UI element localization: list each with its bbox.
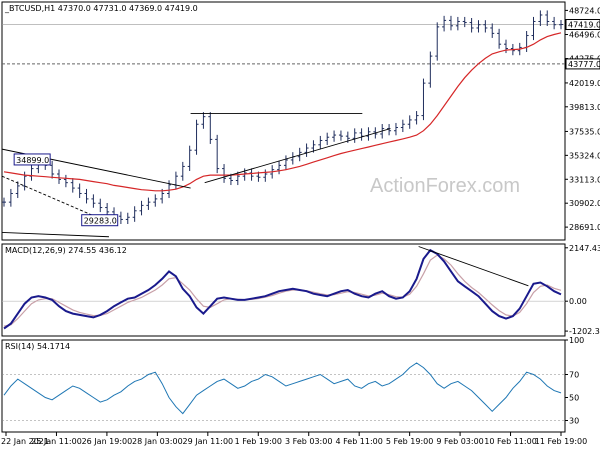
x-tick-label: 10 Feb 11:00 bbox=[484, 437, 536, 446]
chart-svg: ActionForex.com _BTCUSD,H1 47370.0 47731.… bbox=[1, 1, 600, 446]
rsi-tick-label: 100 bbox=[569, 336, 584, 345]
x-tick-label: 26 Jan 19:00 bbox=[82, 437, 133, 446]
trendline-2 bbox=[204, 128, 391, 184]
panel-frame-0 bbox=[1, 1, 566, 241]
macd-panel-title: MACD(12,26,9) 274.55 436.12 bbox=[5, 246, 127, 255]
price-panel-title: _BTCUSD,H1 47370.0 47731.0 47369.0 47419… bbox=[4, 4, 198, 13]
rsi-tick-label: 50 bbox=[569, 394, 579, 403]
x-tick-label: 1 Feb 19:00 bbox=[235, 437, 282, 446]
x-tick-label: 25 Jan 11:00 bbox=[31, 437, 82, 446]
macd-tick-label: -1202.34 bbox=[569, 327, 600, 336]
rsi-tick-label: 70 bbox=[569, 371, 579, 380]
price-tick-label: 39813.0 bbox=[569, 103, 600, 112]
watermark: ActionForex.com bbox=[370, 175, 520, 197]
rsi-line bbox=[3, 362, 562, 415]
macd-tick-label: 0.00 bbox=[569, 297, 587, 306]
x-tick-label: 4 Feb 11:00 bbox=[335, 437, 382, 446]
x-tick-label: 29 Jan 11:00 bbox=[182, 437, 233, 446]
x-tick-label: 9 Feb 03:00 bbox=[436, 437, 483, 446]
price-tick-label: 35324.0 bbox=[569, 151, 600, 160]
trendline-4 bbox=[1, 231, 109, 238]
rsi-tick-label: 30 bbox=[569, 417, 579, 426]
macd-tick-label: 2147.43 bbox=[569, 244, 600, 253]
x-tick-label: 28 Jan 03:00 bbox=[132, 437, 183, 446]
price-tick-label: 46496.0 bbox=[569, 30, 600, 39]
price-tick-label: 37535.0 bbox=[569, 127, 600, 136]
annotation-label-0: 34899.0 bbox=[16, 156, 49, 165]
x-tick-label: 3 Feb 03:00 bbox=[285, 437, 332, 446]
level-price-label: 43777.0 bbox=[568, 60, 600, 69]
price-tick-label: 48724.0 bbox=[569, 6, 600, 15]
chart-window: ActionForex.com _BTCUSD,H1 47370.0 47731.… bbox=[0, 0, 600, 450]
macd-series-macd bbox=[3, 248, 562, 330]
panel-frame-2 bbox=[1, 339, 566, 433]
annotation-label-1: 29283.0 bbox=[84, 217, 117, 226]
current-price-label: 47419.0 bbox=[568, 21, 600, 30]
rsi-panel-title: RSI(14) 54.1714 bbox=[5, 342, 70, 351]
price-tick-label: 42019.0 bbox=[569, 79, 600, 88]
x-tick-label: 5 Feb 19:00 bbox=[386, 437, 433, 446]
price-tick-label: 30902.0 bbox=[569, 199, 600, 208]
price-tick-label: 28691.0 bbox=[569, 223, 600, 232]
macd-trendline bbox=[418, 246, 529, 287]
price-tick-label: 33113.0 bbox=[569, 175, 600, 184]
x-tick-label: 11 Feb 19:00 bbox=[535, 437, 587, 446]
